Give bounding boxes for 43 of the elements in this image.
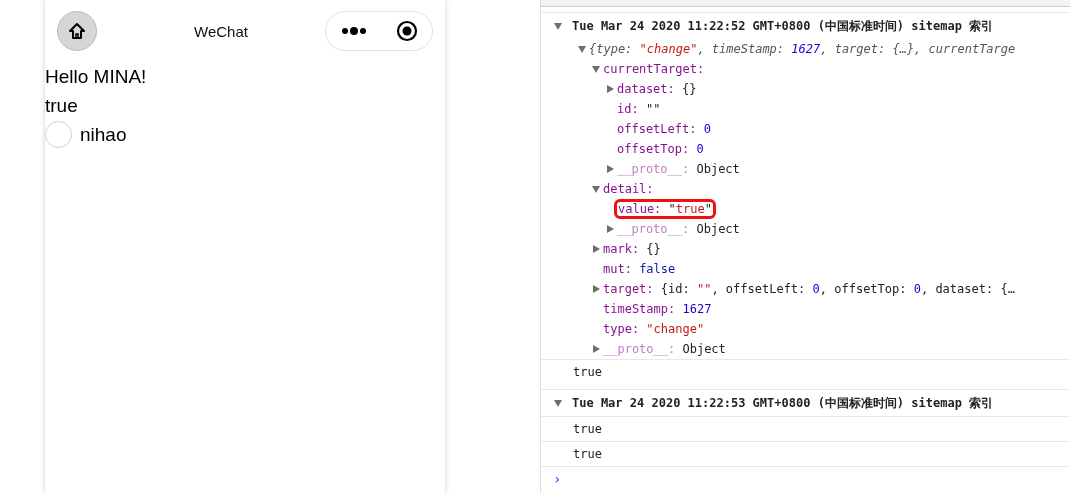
expand-arrow-icon[interactable] bbox=[592, 345, 600, 353]
more-icon bbox=[340, 26, 367, 36]
target-icon bbox=[395, 20, 418, 42]
prompt-caret[interactable]: › bbox=[553, 471, 562, 487]
property-line: mut: false bbox=[603, 262, 676, 276]
expand-arrow-icon[interactable] bbox=[606, 85, 614, 93]
property-line: __proto__: Object bbox=[617, 222, 740, 236]
expand-arrow-icon[interactable] bbox=[592, 285, 600, 293]
property-line: timeStamp: 1627 bbox=[603, 302, 712, 316]
page-title: WeChat bbox=[193, 22, 249, 40]
log-message: true bbox=[573, 447, 602, 461]
home-button[interactable] bbox=[57, 11, 97, 51]
log-message: true bbox=[573, 422, 602, 436]
property-line: mark: {} bbox=[603, 242, 661, 256]
property-line: offsetTop: 0 bbox=[617, 142, 704, 156]
group-header: Tue Mar 24 2020 11:22:52 GMT+0800 (中国标准时间) sitemap 索引 bbox=[572, 17, 994, 35]
property-line: value: "true" bbox=[617, 202, 713, 216]
expand-arrow-icon[interactable] bbox=[606, 165, 614, 173]
home-icon bbox=[67, 21, 87, 41]
collapse-arrow-icon[interactable] bbox=[578, 45, 586, 53]
property-line: type: "change" bbox=[603, 322, 705, 336]
property-line: id: "" bbox=[617, 102, 661, 116]
text-line: true bbox=[45, 94, 79, 118]
expand-arrow-icon[interactable] bbox=[606, 225, 614, 233]
property-line: detail: bbox=[603, 182, 654, 196]
expand-arrow-icon[interactable] bbox=[592, 245, 600, 253]
property-line: currentTarget: bbox=[603, 62, 705, 76]
radio-label: nihao bbox=[80, 123, 127, 147]
close-button[interactable] bbox=[395, 20, 418, 42]
collapse-arrow-icon[interactable] bbox=[554, 399, 562, 407]
log-message: true bbox=[573, 365, 602, 379]
property-line: dataset: {} bbox=[617, 82, 697, 96]
group-header: Tue Mar 24 2020 11:22:53 GMT+0800 (中国标准时间) sitemap 索引 bbox=[572, 394, 994, 412]
collapse-arrow-icon[interactable] bbox=[592, 185, 600, 193]
property-line: __proto__: Object bbox=[603, 342, 726, 356]
more-button[interactable] bbox=[340, 26, 367, 36]
collapse-arrow-icon[interactable] bbox=[592, 65, 600, 73]
property-line: __proto__: Object bbox=[617, 162, 740, 176]
property-line: offsetLeft: 0 bbox=[617, 122, 711, 136]
collapse-arrow-icon[interactable] bbox=[554, 22, 562, 30]
property-line: target: {id: "", offsetLeft: 0, offsetTop: 0, dataset: {… bbox=[603, 282, 1015, 296]
text-line: Hello MINA! bbox=[45, 65, 148, 89]
property-line: {type: "change", timeStamp: 1627, target: {…}, currentTarge bbox=[589, 42, 1016, 56]
